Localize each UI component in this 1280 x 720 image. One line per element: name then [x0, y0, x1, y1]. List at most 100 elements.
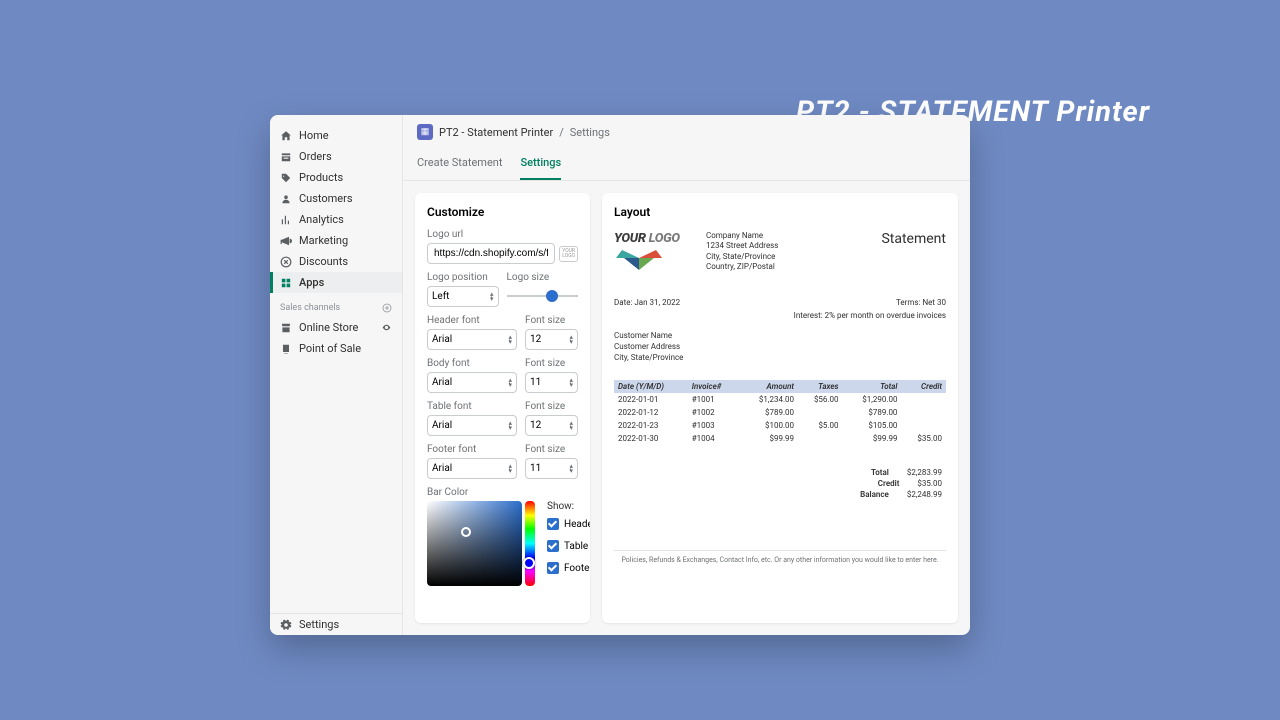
checkbox-icon [547, 562, 559, 574]
logo-position-label: Logo position [427, 272, 499, 283]
apps-icon [280, 277, 292, 289]
app-window: Home Orders Products Customers Analytics… [270, 115, 970, 635]
main-content: ▦ PT2 - Statement Printer / Settings Cre… [403, 115, 970, 635]
header-font-select[interactable]: Arial▴▾ [427, 329, 517, 350]
sidebar-label: Home [299, 129, 329, 142]
table-font-label: Table font [427, 401, 517, 412]
show-options: Show: Header Table Footer [547, 501, 590, 586]
store-icon [280, 322, 292, 334]
tab-settings[interactable]: Settings [520, 149, 561, 180]
show-footer-checkbox[interactable]: Footer [547, 562, 590, 574]
color-picker[interactable] [427, 501, 535, 586]
sidebar: Home Orders Products Customers Analytics… [270, 115, 403, 635]
interest-label: Interest: 2% per month on overdue invoic… [794, 311, 946, 320]
breadcrumb-page: Settings [570, 126, 610, 139]
sidebar-item-home[interactable]: Home [270, 125, 402, 146]
body-size-select[interactable]: 11▴▾ [525, 372, 578, 393]
pos-icon [280, 343, 292, 355]
sidebar-item-marketing[interactable]: Marketing [270, 230, 402, 251]
checkbox-icon [547, 540, 559, 552]
header-size-label: Font size [525, 315, 578, 326]
sidebar-label: Settings [299, 618, 339, 631]
layout-panel: Layout YOUR LOGO [602, 193, 958, 623]
header-size-select[interactable]: 12▴▾ [525, 329, 578, 350]
color-saturation-pane[interactable] [427, 501, 522, 586]
table-header-row: Date (Y/M/D) Invoice# Amount Taxes Total… [614, 380, 946, 393]
customers-icon [280, 193, 292, 205]
terms-label: Terms: Net 30 [896, 298, 946, 307]
summary: Total$2,283.99 Credit$35.00 Balance$2,24… [614, 467, 946, 500]
sidebar-label: Marketing [299, 234, 348, 247]
footer-line: Policies, Refunds & Exchanges, Contact I… [614, 550, 946, 564]
breadcrumb-app[interactable]: PT2 - Statement Printer [439, 126, 553, 139]
customize-panel: Customize Logo url YOURLOGO Logo positio… [415, 193, 590, 623]
sidebar-settings[interactable]: Settings [270, 614, 402, 635]
slider-knob[interactable] [546, 290, 558, 302]
statement-preview: YOUR LOGO Company Name 1234 Street Addre… [614, 231, 946, 564]
table-row: 2022-01-30#1004$99.99$99.99$35.00 [614, 432, 946, 445]
show-header-checkbox[interactable]: Header [547, 518, 590, 530]
sidebar-channel-pos[interactable]: Point of Sale [270, 338, 402, 359]
logo-shape-icon [614, 248, 664, 272]
sidebar-item-products[interactable]: Products [270, 167, 402, 188]
logo-position-select[interactable]: Left▴▾ [427, 286, 499, 307]
layout-title: Layout [614, 205, 946, 219]
sidebar-channel-online-store[interactable]: Online Store [270, 317, 402, 338]
discounts-icon [280, 256, 292, 268]
company-info: Company Name 1234 Street Address City, S… [706, 231, 778, 273]
sidebar-label: Customers [299, 192, 353, 205]
eye-icon[interactable] [381, 322, 392, 333]
table-row: 2022-01-01#1001$1,234.00$56.00$1,290.00 [614, 393, 946, 406]
channel-label: Online Store [299, 321, 358, 334]
app-icon: ▦ [417, 124, 433, 140]
channel-label: Point of Sale [299, 342, 361, 355]
table-row: 2022-01-23#1003$100.00$5.00$105.00 [614, 419, 946, 432]
footer-font-select[interactable]: Arial▴▾ [427, 458, 517, 479]
sidebar-item-customers[interactable]: Customers [270, 188, 402, 209]
table-size-select[interactable]: 12▴▾ [525, 415, 578, 436]
sidebar-item-apps[interactable]: Apps [270, 272, 402, 293]
sidebar-channels-header: Sales channels [270, 293, 402, 317]
color-hue-slider[interactable] [525, 501, 535, 586]
sidebar-label: Products [299, 171, 343, 184]
sidebar-item-discounts[interactable]: Discounts [270, 251, 402, 272]
logo-size-label: Logo size [507, 272, 579, 283]
logo-size-slider[interactable] [507, 289, 579, 303]
logo-url-input[interactable] [427, 243, 555, 264]
body-font-select[interactable]: Arial▴▾ [427, 372, 517, 393]
orders-icon [280, 151, 292, 163]
home-icon [280, 130, 292, 142]
body-font-label: Body font [427, 358, 517, 369]
logo-placeholder: YOUR LOGO [614, 231, 692, 274]
content: Customize Logo url YOURLOGO Logo positio… [403, 181, 970, 635]
footer-size-select[interactable]: 11▴▾ [525, 458, 578, 479]
show-label: Show: [547, 501, 590, 512]
show-table-checkbox[interactable]: Table [547, 540, 590, 552]
sidebar-item-orders[interactable]: Orders [270, 146, 402, 167]
header-font-label: Header font [427, 315, 517, 326]
logo-preview-thumb: YOURLOGO [559, 246, 578, 262]
sidebar-item-analytics[interactable]: Analytics [270, 209, 402, 230]
sidebar-label: Analytics [299, 213, 344, 226]
sidebar-label: Discounts [299, 255, 348, 268]
doc-meta-interest: Interest: 2% per month on overdue invoic… [614, 311, 946, 320]
date-label: Date: Jan 31, 2022 [614, 298, 680, 307]
breadcrumb: ▦ PT2 - Statement Printer / Settings [403, 115, 970, 149]
tabs: Create Statement Settings [403, 149, 970, 181]
customer-info: Customer Name Customer Address City, Sta… [614, 330, 946, 364]
statement-table: Date (Y/M/D) Invoice# Amount Taxes Total… [614, 380, 946, 445]
doc-meta: Date: Jan 31, 2022 Terms: Net 30 [614, 298, 946, 307]
tab-create-statement[interactable]: Create Statement [417, 149, 502, 180]
footer-size-label: Font size [525, 444, 578, 455]
table-font-select[interactable]: Arial▴▾ [427, 415, 517, 436]
doc-header: YOUR LOGO Company Name 1234 Street Addre… [614, 231, 946, 274]
table-row: 2022-01-12#1002$789.00$789.00 [614, 406, 946, 419]
sidebar-label: Orders [299, 150, 332, 163]
footer-font-label: Footer font [427, 444, 517, 455]
bar-color-label: Bar Color [427, 487, 578, 498]
gear-icon [280, 619, 292, 631]
customize-title: Customize [427, 205, 578, 219]
analytics-icon [280, 214, 292, 226]
products-icon [280, 172, 292, 184]
add-icon[interactable] [382, 303, 392, 313]
